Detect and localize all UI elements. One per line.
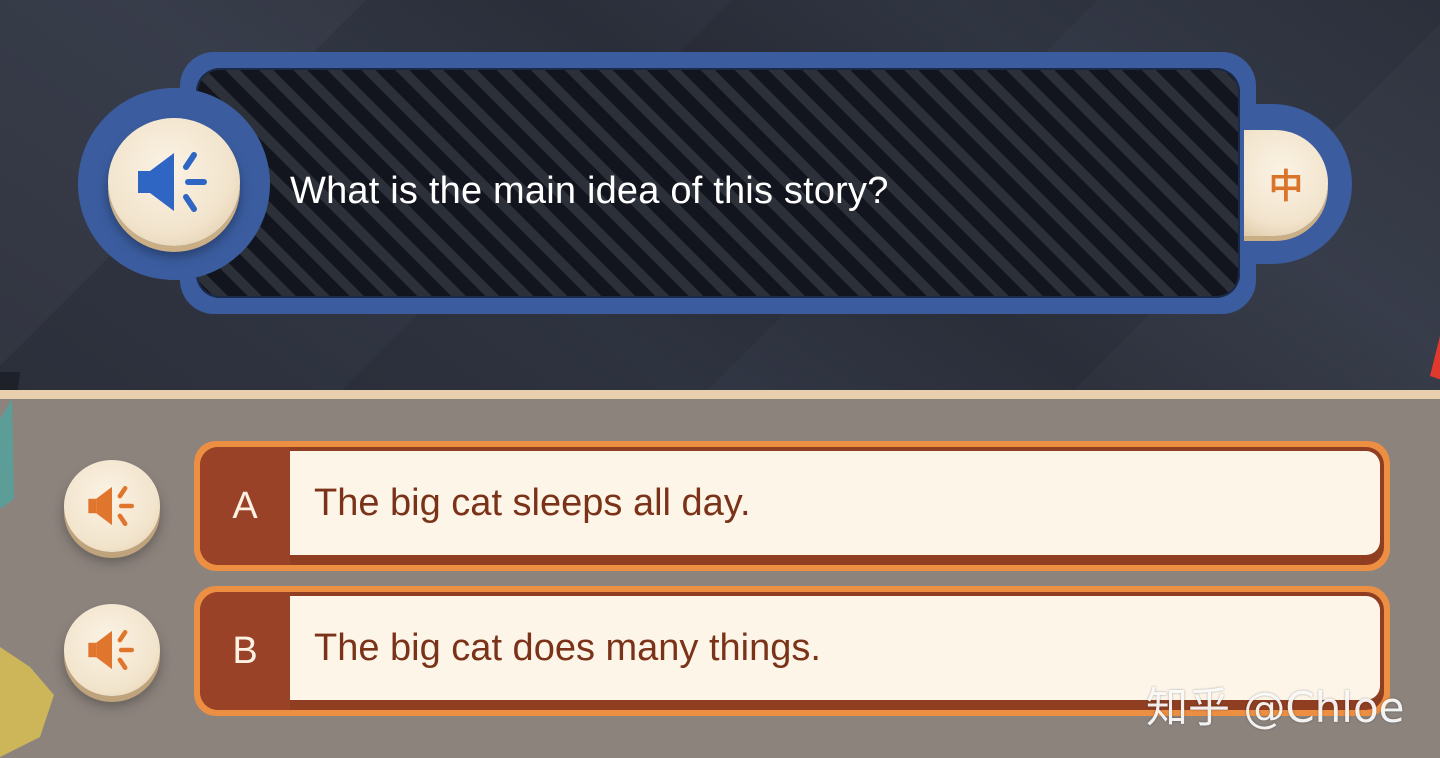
background-shard-left: [0, 372, 20, 390]
speaker-icon: [138, 152, 207, 212]
background-shard-yellow: [0, 647, 54, 757]
question-text: What is the main idea of this story?: [290, 170, 889, 212]
option-a-text: The big cat sleeps all day.: [314, 481, 751, 524]
option-b-letter-cell: B: [200, 592, 290, 710]
option-a-text-cell: The big cat sleeps all day.: [290, 451, 1380, 555]
option-a-speaker-button[interactable]: [64, 460, 160, 552]
option-b-text: The big cat does many things.: [314, 626, 821, 669]
speaker-icon: [88, 629, 135, 671]
option-a-body: A The big cat sleeps all day.: [200, 447, 1384, 565]
option-a-letter-cell: A: [200, 447, 290, 565]
background-shard-teal: [0, 399, 14, 509]
option-b-speaker-button[interactable]: [64, 604, 160, 696]
background-shard-right: [1430, 336, 1440, 380]
speaker-icon: [88, 485, 135, 527]
option-a[interactable]: A The big cat sleeps all day.: [194, 441, 1390, 571]
option-a-letter: A: [232, 484, 258, 527]
option-b-letter: B: [232, 629, 258, 672]
watermark: 知乎 @Chloe: [1146, 683, 1405, 732]
question-speaker-button[interactable]: [108, 118, 240, 246]
section-divider: [0, 390, 1440, 399]
translate-label: 中: [1269, 166, 1303, 207]
